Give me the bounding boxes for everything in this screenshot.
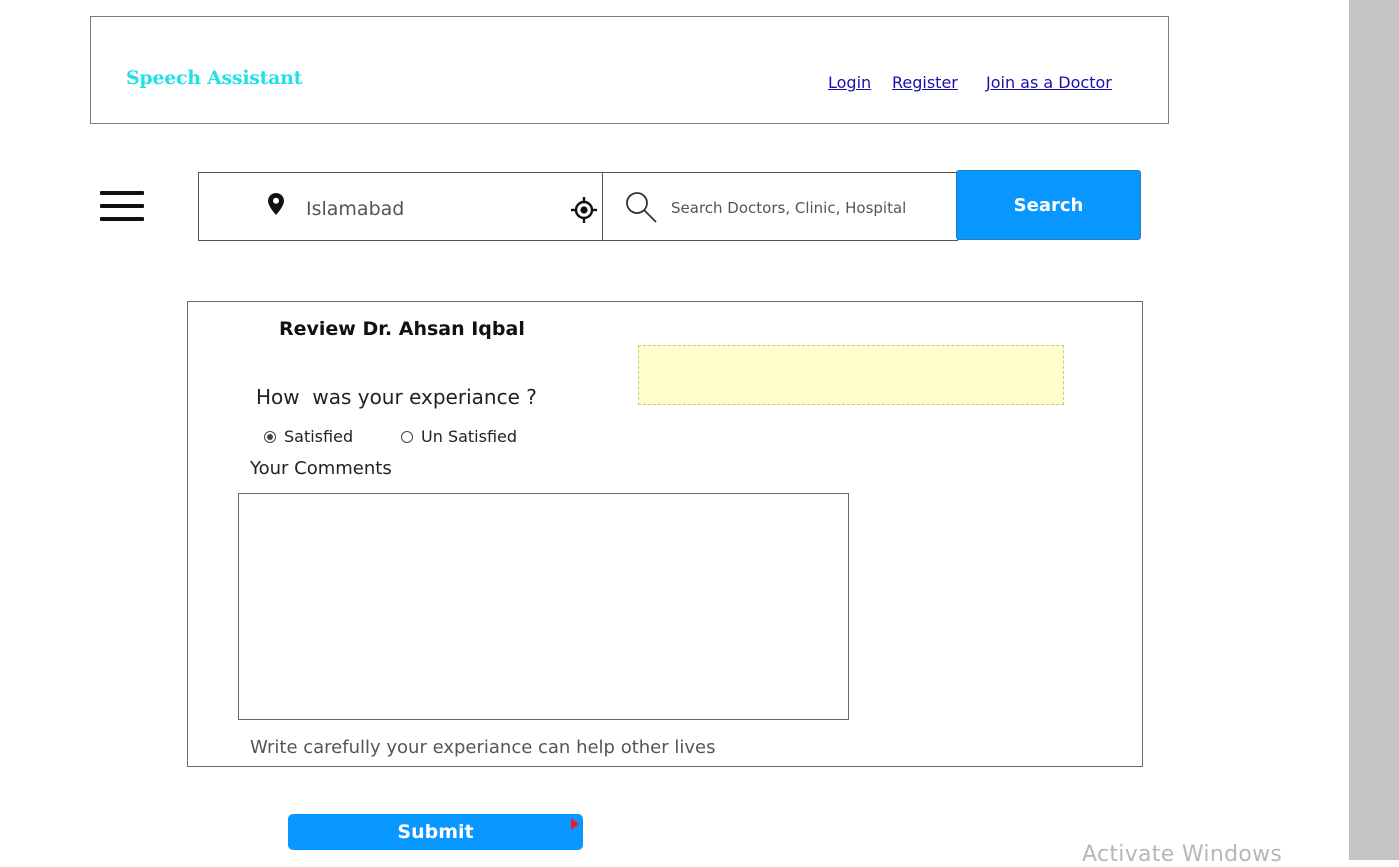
rating-placeholder-box [638,345,1064,405]
review-title: Review Dr. Ahsan Iqbal [279,318,525,340]
current-location-icon[interactable] [571,197,597,223]
radio-selected-icon[interactable] [264,430,276,443]
header: Speech Assistant Login Register Join as … [90,16,1169,124]
location-value[interactable]: Islamabad [306,198,404,220]
comments-textarea[interactable] [238,493,849,720]
radio-unsatisfied[interactable]: Un Satisfied [401,427,517,446]
login-link[interactable]: Login [828,73,871,92]
radio-unsatisfied-label: Un Satisfied [421,427,518,446]
register-link[interactable]: Register [892,73,958,92]
submit-button[interactable]: Submit [288,814,583,850]
radio-satisfied-label: Satisfied [284,427,354,446]
experience-question: How was your experiance ? [256,385,537,409]
vertical-scrollbar[interactable] [1349,0,1399,860]
activate-windows-watermark: Activate Windows [1082,842,1283,867]
join-as-doctor-link[interactable]: Join as a Doctor [986,73,1112,92]
search-button[interactable]: Search [956,170,1141,240]
search-input[interactable] [669,193,943,223]
brand-logo[interactable]: Speech Assistant [126,67,302,89]
red-marker-icon [571,818,579,830]
search-bar: Islamabad [198,172,958,241]
radio-unselected-icon[interactable] [401,430,413,443]
menu-icon[interactable] [100,191,146,223]
comments-hint: Write carefully your experiance can help… [250,737,716,758]
search-divider [602,173,603,240]
review-form: Review Dr. Ahsan Iqbal How was your expe… [187,301,1143,767]
location-pin-icon [268,193,284,215]
comments-label: Your Comments [250,458,392,479]
search-icon [626,192,657,223]
radio-satisfied[interactable]: Satisfied [264,427,353,446]
